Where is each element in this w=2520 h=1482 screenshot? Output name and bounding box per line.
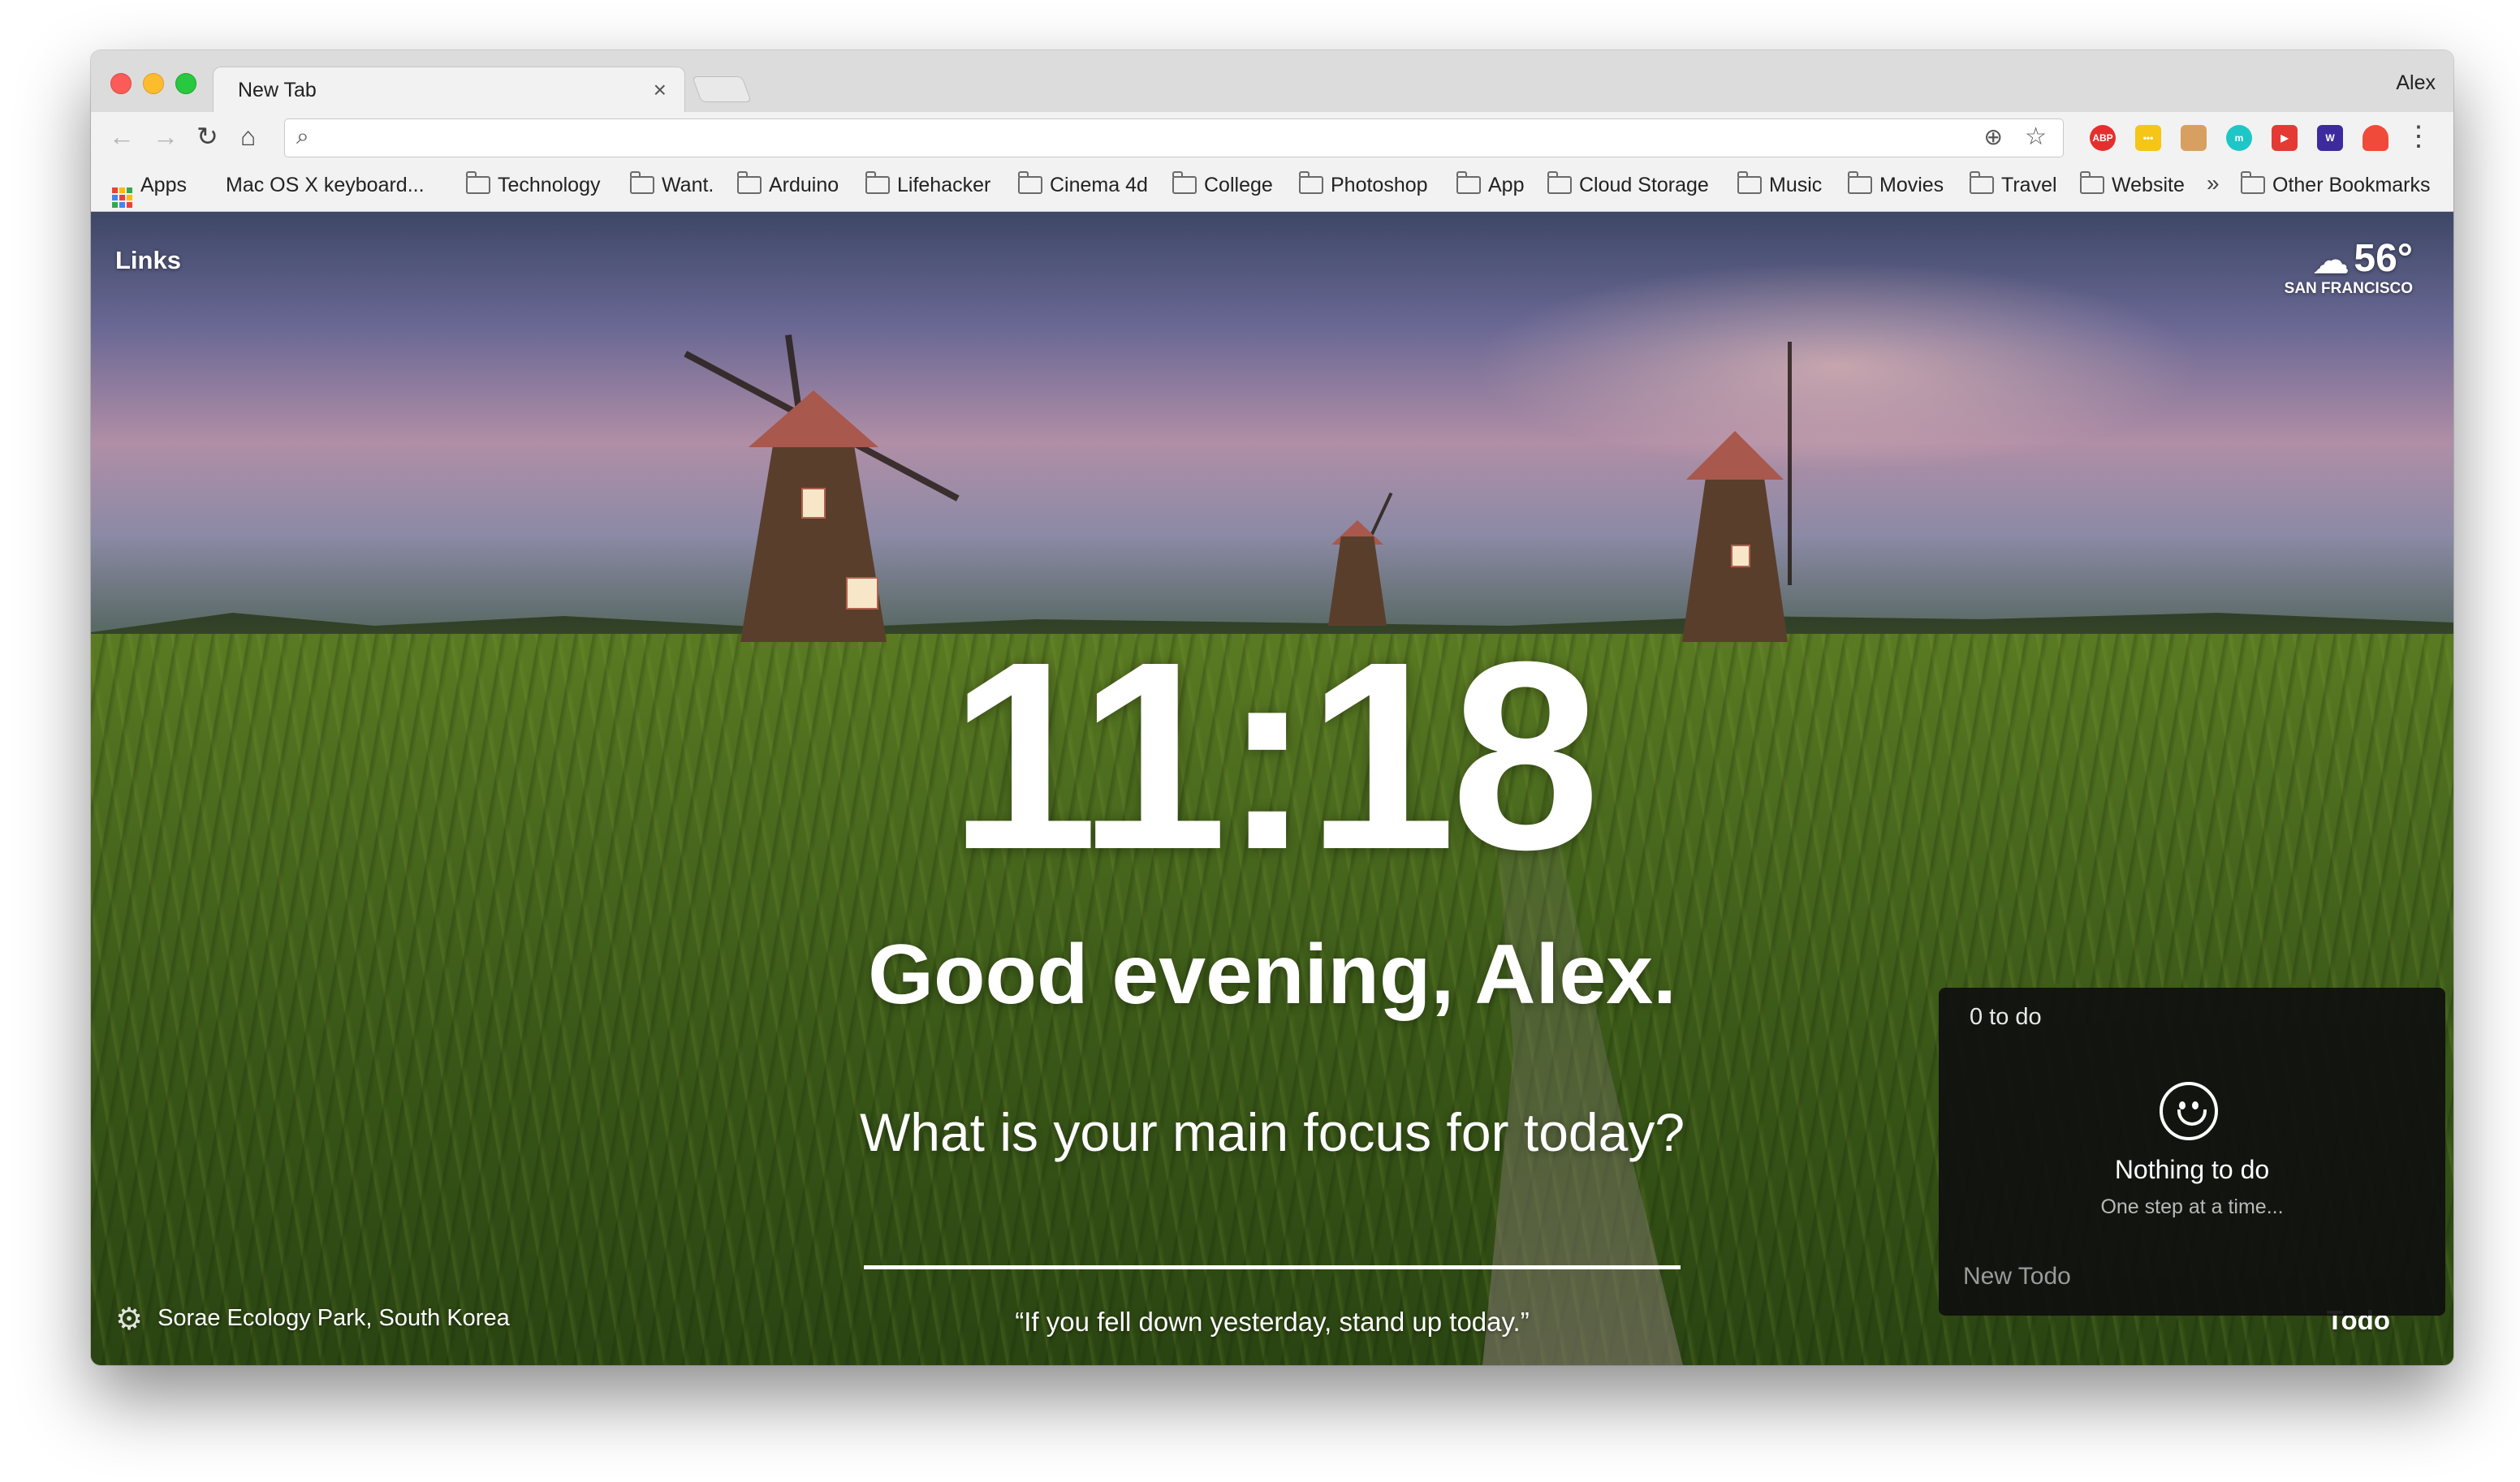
teal-extension-icon[interactable]: m [2226,125,2252,151]
smiley-icon [2160,1082,2218,1140]
todo-panel: 0 to do Nothing to do One step at a time… [1939,988,2445,1316]
bookmark-folder-cinema-4d[interactable]: Cinema 4d [1018,171,1148,197]
focus-input[interactable] [864,1207,1681,1269]
browser-window: New Tab × Alex ← → ↻ ⌂ ⌕ ⊕ ☆ ABP ••• m ▶… [91,50,2453,1365]
folder-icon [1848,171,1872,194]
close-window-button[interactable] [110,73,132,94]
folder-icon [1172,171,1197,194]
bookmark-label: Cloud Storage [1579,174,1709,196]
adblock-plus-icon[interactable]: ABP [2090,125,2116,151]
bookmark-folder-want[interactable]: Want. [630,171,714,197]
todo-empty-title: Nothing to do [2114,1155,2270,1184]
bookmarks-bar: Apps Mac OS X keyboard... Technology Wan… [91,162,2453,212]
bookmark-label: Travel [2001,174,2057,196]
bookmark-label: Photoshop [1331,174,1428,196]
reload-icon[interactable]: ↻ [196,122,218,151]
zoom-window-button[interactable] [175,73,196,94]
home-icon[interactable]: ⌂ [240,122,256,151]
bookmark-label: Arduino [769,174,839,196]
forward-arrow-icon[interactable]: → [153,122,179,151]
links-button[interactable]: Links [115,246,181,275]
bookmark-label: App [1488,174,1525,196]
bookmark-label: Technology [498,174,601,196]
tab-close-icon[interactable]: × [654,77,667,103]
bookmark-label: Lifehacker [897,174,991,196]
new-tab-dashboard: Links ☁ 56° SAN FRANCISCO 11:18 Good even… [91,212,2453,1365]
bookmark-folder-movies[interactable]: Movies [1848,171,1944,197]
new-tab-button[interactable] [692,76,752,102]
folder-icon [630,171,654,194]
bookmark-label: Apps [140,174,187,196]
ghost-extension-icon[interactable] [2362,125,2388,151]
bookmark-folder-music[interactable]: Music [1737,171,1823,197]
back-arrow-icon[interactable]: ← [109,122,135,151]
cloud-icon: ☁ [2313,241,2350,281]
folder-icon [1970,171,1994,194]
youtube-extension-icon[interactable]: ▶ [2272,125,2298,151]
bookmark-label: Website [2112,174,2185,196]
bookmark-mac-os-x-keyboard[interactable]: Mac OS X keyboard... [218,174,425,197]
bookmark-folder-technology[interactable]: Technology [466,171,601,197]
bookmark-label: Other Bookmarks [2272,174,2431,196]
background-sky [1471,261,2202,472]
weather-widget[interactable]: ☁ 56° SAN FRANCISCO [2285,236,2413,298]
bookmark-label: Want. [662,174,714,196]
bookmark-folder-cloud-storage[interactable]: Cloud Storage [1547,171,1709,197]
menu-dots-icon[interactable]: ⋮ [2405,120,2432,153]
profile-button[interactable]: Alex [2396,71,2436,95]
bookmark-folder-arduino[interactable]: Arduino [737,171,839,197]
bookmark-folder-other-bookmarks[interactable]: Other Bookmarks [2241,171,2431,197]
tab-new-tab[interactable]: New Tab × [213,67,685,113]
folder-icon [466,171,490,194]
bookmarks-overflow-icon[interactable]: » [2207,170,2220,196]
clock: 11:18 [949,605,1600,905]
folder-icon [2080,171,2104,194]
bookmark-label: Music [1769,174,1823,196]
bookmark-label: Movies [1879,174,1944,196]
character-extension-icon[interactable] [2181,125,2207,151]
bookmark-apps[interactable]: Apps [112,174,187,208]
new-todo-input[interactable] [1961,1257,2419,1296]
tab-title: New Tab [238,79,317,101]
bookmark-folder-college[interactable]: College [1172,171,1273,197]
todo-count[interactable]: 0 to do [1970,1004,2042,1031]
windmill-large [651,334,992,642]
folder-icon [737,171,762,194]
windmill-right [1666,342,1828,642]
toolbar: ← → ↻ ⌂ ⌕ ⊕ ☆ ABP ••• m ▶ W ⋮ [91,112,2453,162]
bookmark-folder-website[interactable]: Website [2080,171,2185,197]
search-icon: ⌕ [296,123,309,149]
bookmark-folder-photoshop[interactable]: Photoshop [1299,171,1428,197]
folder-icon [1456,171,1481,194]
address-bar[interactable]: ⌕ ⊕ ☆ [284,118,2064,157]
tab-strip: New Tab × Alex [91,50,2453,113]
folder-icon [1018,171,1042,194]
bookmark-label: Mac OS X keyboard... [226,174,425,196]
bookmark-folder-travel[interactable]: Travel [1970,171,2057,197]
folder-icon [865,171,890,194]
folder-icon [1547,171,1572,194]
folder-icon [1299,171,1323,194]
bookmark-label: Cinema 4d [1050,174,1148,196]
folder-icon [2241,171,2265,194]
bookmark-label: College [1204,174,1273,196]
weather-temperature: ☁ 56° [2285,236,2413,282]
weather-city: SAN FRANCISCO [2284,280,2413,297]
w-extension-icon[interactable]: W [2317,125,2343,151]
apps-grid-icon [112,187,132,208]
location-target-icon[interactable]: ⊕ [1984,123,2003,150]
minimize-window-button[interactable] [143,73,164,94]
bookmark-star-icon[interactable]: ☆ [2025,123,2047,151]
folder-icon [1737,171,1762,194]
temperature-value: 56° [2354,237,2413,280]
todo-empty-subtitle: One step at a time... [2100,1196,2284,1218]
rss-extension-icon[interactable]: ••• [2135,125,2161,151]
bookmark-folder-app[interactable]: App [1456,171,1525,197]
bookmark-folder-lifehacker[interactable]: Lifehacker [865,171,991,197]
